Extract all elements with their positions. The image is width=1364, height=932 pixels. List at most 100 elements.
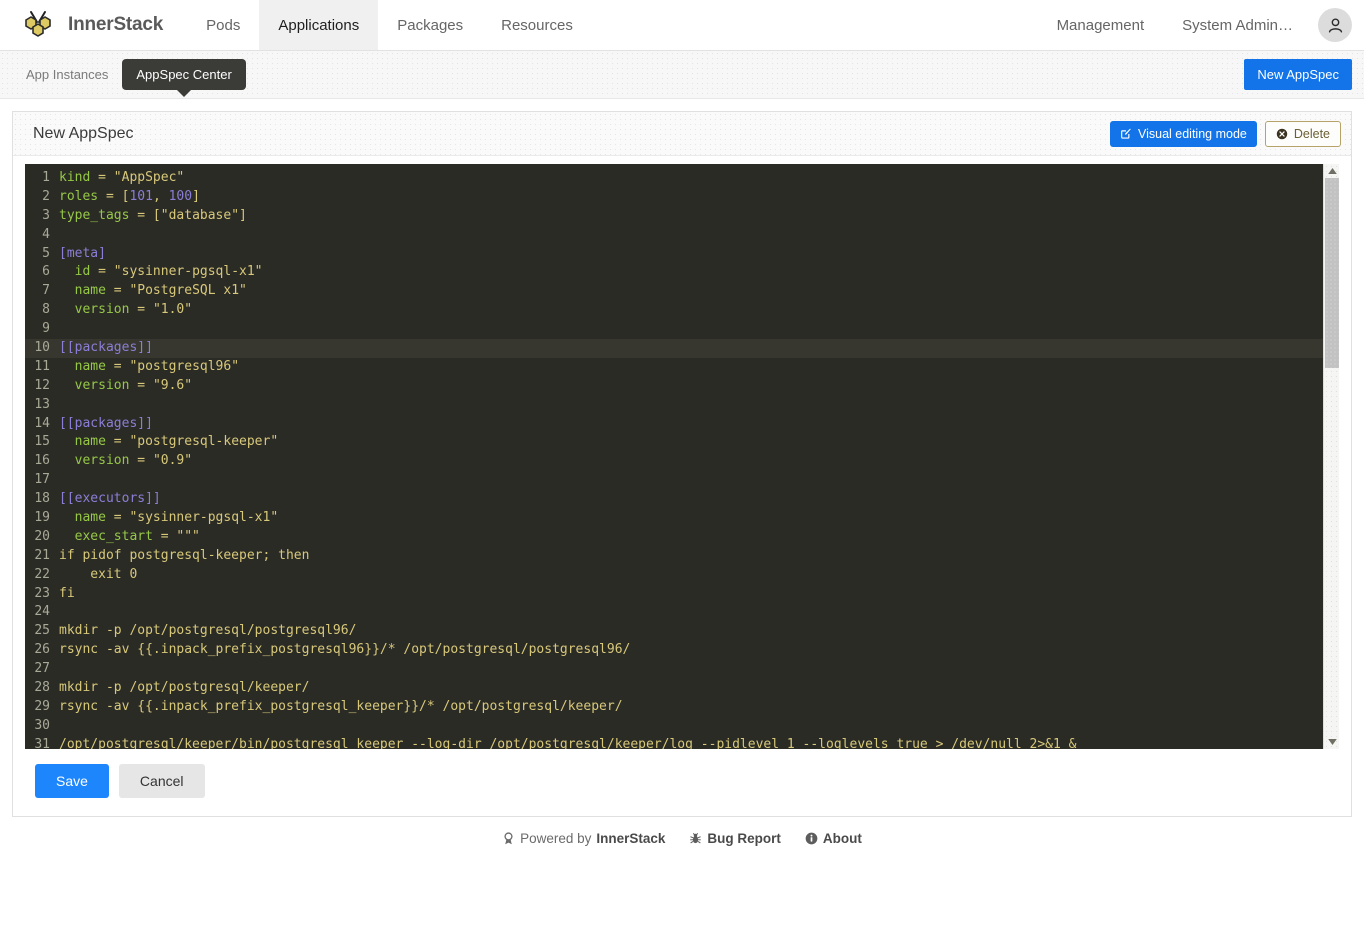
- code-line[interactable]: 25 mkdir -p /opt/postgresql/postgresql96/: [25, 622, 1323, 641]
- line-text: name = "postgresql96": [59, 358, 240, 374]
- line-number: 23: [34, 585, 50, 601]
- nav-item-system-admin[interactable]: System Admin…: [1163, 0, 1312, 50]
- line-number: 13: [34, 396, 50, 412]
- line-text: [[packages]]: [59, 415, 153, 431]
- nav-item-applications[interactable]: Applications: [259, 0, 379, 50]
- code-line[interactable]: 26 rsync -av {{.inpack_prefix_postgresql9…: [25, 641, 1323, 660]
- footer-powered-by: Powered by InnerStack: [502, 831, 665, 846]
- code-line[interactable]: 18 [[executors]]: [25, 490, 1323, 509]
- visual-editing-mode-label: Visual editing mode: [1137, 126, 1247, 141]
- footer-about[interactable]: About: [805, 831, 862, 846]
- circle-x-icon: [1276, 128, 1288, 140]
- line-text: type_tags = ["database"]: [59, 207, 247, 223]
- cancel-button[interactable]: Cancel: [118, 764, 205, 798]
- line-number: 27: [34, 661, 50, 677]
- editor-wrapper: 1 kind = "AppSpec" 2 roles = [101, 100] 3 typ…: [13, 156, 1351, 749]
- code-line[interactable]: 13: [25, 396, 1323, 415]
- line-number: 7: [42, 283, 50, 299]
- code-line[interactable]: 21 if pidof postgresql-keeper; then: [25, 547, 1323, 566]
- code-line[interactable]: 23 fi: [25, 585, 1323, 604]
- delete-button[interactable]: Delete: [1264, 120, 1341, 147]
- code-line[interactable]: 30: [25, 717, 1323, 736]
- nav-item-pods[interactable]: Pods: [187, 0, 259, 50]
- line-number: 12: [34, 377, 50, 393]
- editor-scrollbar[interactable]: [1323, 164, 1339, 749]
- honeycomb-bee-logo-icon: [14, 5, 62, 45]
- nav-item-resources[interactable]: Resources: [482, 0, 592, 50]
- code-line[interactable]: 20 exec_start = """: [25, 528, 1323, 547]
- editor-scrollbar-thumb[interactable]: [1325, 178, 1339, 368]
- code-line[interactable]: 4: [25, 226, 1323, 245]
- line-text: mkdir -p /opt/postgresql/postgresql96/: [59, 623, 357, 639]
- info-circle-icon: [805, 832, 818, 845]
- brand-name: InnerStack: [68, 14, 164, 35]
- scroll-down-arrow-icon[interactable]: [1324, 735, 1339, 749]
- new-appspec-button[interactable]: New AppSpec: [1244, 59, 1352, 90]
- line-text: rsync -av {{.inpack_prefix_postgresql_ke…: [59, 698, 623, 714]
- secondary-nav: Management System Admin…: [1038, 0, 1364, 50]
- code-line[interactable]: 12 version = "9.6": [25, 377, 1323, 396]
- code-editor[interactable]: 1 kind = "AppSpec" 2 roles = [101, 100] 3 typ…: [25, 164, 1339, 749]
- page-footer: Powered by InnerStack Bug Report About: [0, 831, 1364, 846]
- code-line[interactable]: 16 version = "0.9": [25, 452, 1323, 471]
- footer-bug-report[interactable]: Bug Report: [689, 831, 781, 846]
- line-number: 6: [42, 264, 50, 280]
- subtab-bar: App Instances AppSpec Center New AppSpec: [0, 51, 1364, 99]
- nav-item-packages[interactable]: Packages: [378, 0, 482, 50]
- code-line[interactable]: 28 mkdir -p /opt/postgresql/keeper/: [25, 679, 1323, 698]
- avatar[interactable]: [1318, 8, 1352, 42]
- footer-powered-prefix: Powered by: [520, 831, 592, 846]
- code-line[interactable]: 14 [[packages]]: [25, 415, 1323, 434]
- pencil-square-icon: [1120, 128, 1132, 140]
- code-line[interactable]: 15 name = "postgresql-keeper": [25, 433, 1323, 452]
- subtab-appspec-center[interactable]: AppSpec Center: [122, 59, 246, 97]
- code-line[interactable]: 7 name = "PostgreSQL x1": [25, 282, 1323, 301]
- line-number: 21: [34, 547, 50, 563]
- line-number: 25: [34, 623, 50, 639]
- line-number: 20: [34, 528, 50, 544]
- line-number: 26: [34, 642, 50, 658]
- code-line[interactable]: 27: [25, 660, 1323, 679]
- code-line[interactable]: 17: [25, 471, 1323, 490]
- code-line[interactable]: 22 exit 0: [25, 566, 1323, 585]
- line-number: 3: [42, 207, 50, 223]
- code-line[interactable]: 19 name = "sysinner-pgsql-x1": [25, 509, 1323, 528]
- line-text: version = "0.9": [59, 453, 193, 469]
- bug-icon: [689, 832, 702, 845]
- code-line[interactable]: 9: [25, 320, 1323, 339]
- code-line[interactable]: 24: [25, 603, 1323, 622]
- code-line[interactable]: 1 kind = "AppSpec": [25, 169, 1323, 188]
- code-line[interactable]: 3 type_tags = ["database"]: [25, 207, 1323, 226]
- visual-editing-mode-button[interactable]: Visual editing mode: [1109, 120, 1257, 147]
- save-button[interactable]: Save: [35, 764, 109, 798]
- footer-powered-brand: InnerStack: [596, 831, 666, 846]
- brand-zone[interactable]: InnerStack: [0, 0, 187, 50]
- code-line[interactable]: 11 name = "postgresql96": [25, 358, 1323, 377]
- page-title: New AppSpec: [33, 124, 134, 142]
- code-line[interactable]: 8 version = "1.0": [25, 301, 1323, 320]
- line-text: mkdir -p /opt/postgresql/keeper/: [59, 680, 310, 696]
- code-line[interactable]: 6 id = "sysinner-pgsql-x1": [25, 263, 1323, 282]
- line-number: 11: [34, 358, 50, 374]
- line-number: 5: [42, 245, 50, 261]
- code-lines-container[interactable]: 1 kind = "AppSpec" 2 roles = [101, 100] 3 typ…: [25, 164, 1323, 749]
- code-line[interactable]: 10 [[packages]]: [25, 339, 1323, 358]
- line-text: roles = [101, 100]: [59, 188, 200, 204]
- scroll-up-arrow-icon[interactable]: [1324, 164, 1339, 178]
- code-line[interactable]: 31/opt/postgresql/keeper/bin/postgresql_…: [25, 736, 1323, 749]
- footer-about-label: About: [822, 831, 862, 846]
- top-navbar: InnerStack Pods Applications Packages Re…: [0, 0, 1364, 51]
- line-number: 9: [42, 321, 50, 337]
- line-text: if pidof postgresql-keeper; then: [59, 547, 310, 563]
- line-text: name = "postgresql-keeper": [59, 434, 279, 450]
- code-line[interactable]: 29 rsync -av {{.inpack_prefix_postgresql_…: [25, 698, 1323, 717]
- code-line[interactable]: 2 roles = [101, 100]: [25, 188, 1323, 207]
- subtab-app-instances[interactable]: App Instances: [12, 61, 122, 88]
- form-actions: Save Cancel: [13, 749, 1351, 816]
- line-text: [[executors]]: [59, 491, 161, 507]
- primary-nav: Pods Applications Packages Resources: [187, 0, 592, 50]
- line-text: version = "9.6": [59, 377, 193, 393]
- nav-item-management[interactable]: Management: [1038, 0, 1164, 50]
- code-line[interactable]: 5 [meta]: [25, 245, 1323, 264]
- line-number: 1: [42, 170, 50, 185]
